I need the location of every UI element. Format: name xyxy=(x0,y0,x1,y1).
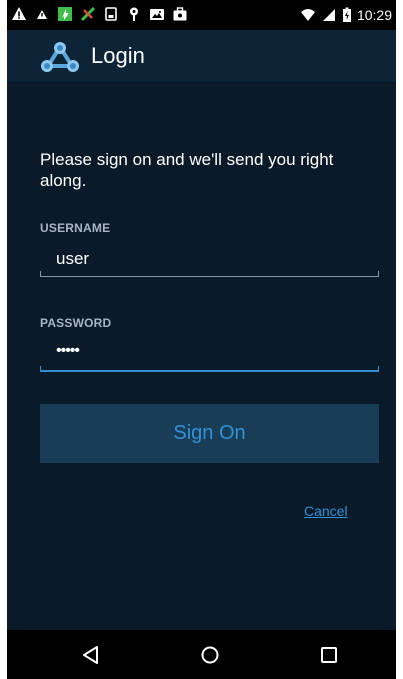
network-triangle-icon xyxy=(40,41,80,73)
app-tools-icon xyxy=(80,6,96,22)
sim-icon xyxy=(103,6,119,22)
notification-icons xyxy=(11,6,188,22)
status-bar: 10:29 xyxy=(7,0,396,30)
username-label: USERNAME xyxy=(40,221,111,235)
wifi-icon xyxy=(300,7,316,23)
recents-icon[interactable] xyxy=(318,644,340,666)
warning-small-icon xyxy=(34,6,50,22)
username-underline xyxy=(40,271,379,277)
briefcase-icon xyxy=(172,6,188,22)
password-underline xyxy=(40,366,379,372)
home-icon[interactable] xyxy=(199,644,221,666)
app-green-icon xyxy=(57,6,73,22)
page-title: Login xyxy=(91,43,145,68)
status-time: 10:29 xyxy=(356,7,392,23)
password-value: ••••• xyxy=(56,342,80,359)
cellular-signal-icon xyxy=(321,7,337,23)
sign-on-button[interactable]: Sign On xyxy=(40,404,379,463)
password-label: PASSWORD xyxy=(40,316,112,330)
action-bar: Login xyxy=(7,30,396,83)
intro-text: Please sign on and we'll send you right … xyxy=(40,150,334,190)
photo-icon xyxy=(149,6,165,22)
password-field[interactable]: ••••• xyxy=(40,340,379,372)
cancel-link[interactable]: Cancel xyxy=(304,503,348,519)
system-status: 10:29 xyxy=(300,7,392,23)
navigation-bar xyxy=(7,630,396,679)
username-value: user xyxy=(56,249,90,268)
username-field[interactable]: user xyxy=(40,245,379,277)
back-icon[interactable] xyxy=(80,644,102,666)
location-pin-icon xyxy=(126,6,142,22)
phone-screen: 10:29 Login Please sign on and we'll sen… xyxy=(7,0,396,679)
battery-icon xyxy=(342,7,352,23)
warning-icon xyxy=(11,6,27,22)
